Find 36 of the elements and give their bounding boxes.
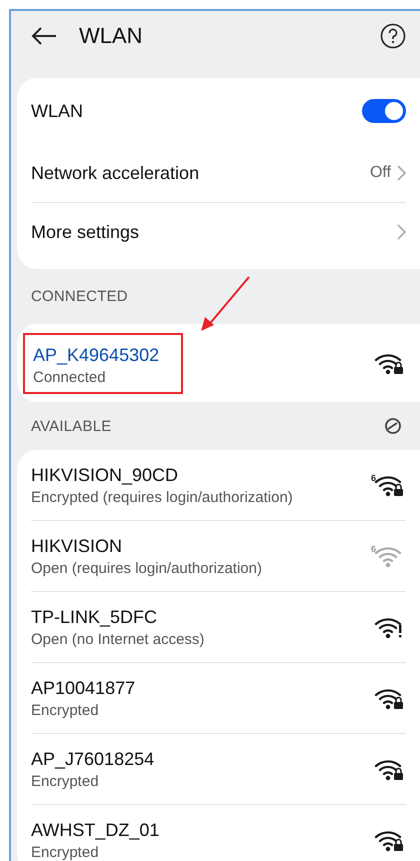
wifi-generation-label: 6 bbox=[370, 473, 376, 483]
scanning-icon[interactable] bbox=[384, 417, 402, 435]
network-status: Open (requires login/authorization) bbox=[31, 560, 263, 576]
network-name: AWHST_DZ_01 bbox=[31, 820, 160, 840]
network-row[interactable]: HIKVISION_90CD Encrypted (requires login/authorization) 6 bbox=[31, 450, 406, 520]
network-name: AP_K49645302 bbox=[33, 344, 160, 366]
network-row[interactable]: HIKVISION Open (requires login/authorization) 6 bbox=[31, 520, 406, 591]
network-name: AP_J76018254 bbox=[31, 748, 156, 770]
network-name: HIKVISION bbox=[31, 536, 124, 556]
page-title: WLAN bbox=[79, 23, 144, 49]
help-icon[interactable] bbox=[380, 23, 406, 49]
network-name: AP10041877 bbox=[31, 678, 136, 698]
back-arrow-icon[interactable] bbox=[31, 26, 57, 46]
wlan-toggle[interactable] bbox=[362, 99, 406, 123]
section-heading: AVAILABLE bbox=[31, 418, 112, 434]
setting-label: More settings bbox=[31, 222, 140, 242]
wifi-generation-label: 6 bbox=[370, 544, 376, 554]
network-status: Encrypted bbox=[31, 772, 100, 790]
section-heading: CONNECTED bbox=[31, 288, 129, 305]
network-row[interactable]: AP10041877 Encrypted bbox=[31, 662, 406, 733]
network-name: TP-LINK_5DFC bbox=[31, 606, 158, 628]
network-row[interactable]: TP-LINK_5DFC Open (no Internet access) bbox=[31, 591, 406, 662]
network-status: Connected bbox=[33, 368, 107, 386]
chevron-icon bbox=[397, 224, 406, 240]
network-status: Encrypted (requires login/authorization) bbox=[31, 488, 294, 506]
network-status: Open (no Internet access) bbox=[31, 630, 206, 648]
network-name: HIKVISION_90CD bbox=[31, 464, 180, 486]
network-row[interactable]: AP_J76018254 Encrypted bbox=[31, 733, 406, 804]
setting-label: WLAN bbox=[31, 100, 84, 122]
network-status: Encrypted bbox=[31, 702, 100, 718]
network-row[interactable]: AP_K49645302 Connected bbox=[17, 324, 420, 402]
network-row[interactable]: AWHST_DZ_01 Encrypted bbox=[31, 804, 406, 861]
network-status: Encrypted bbox=[31, 844, 100, 860]
chevron-icon bbox=[397, 165, 406, 181]
setting-value: Off bbox=[370, 164, 391, 182]
setting-label: Network acceleration bbox=[31, 162, 200, 184]
